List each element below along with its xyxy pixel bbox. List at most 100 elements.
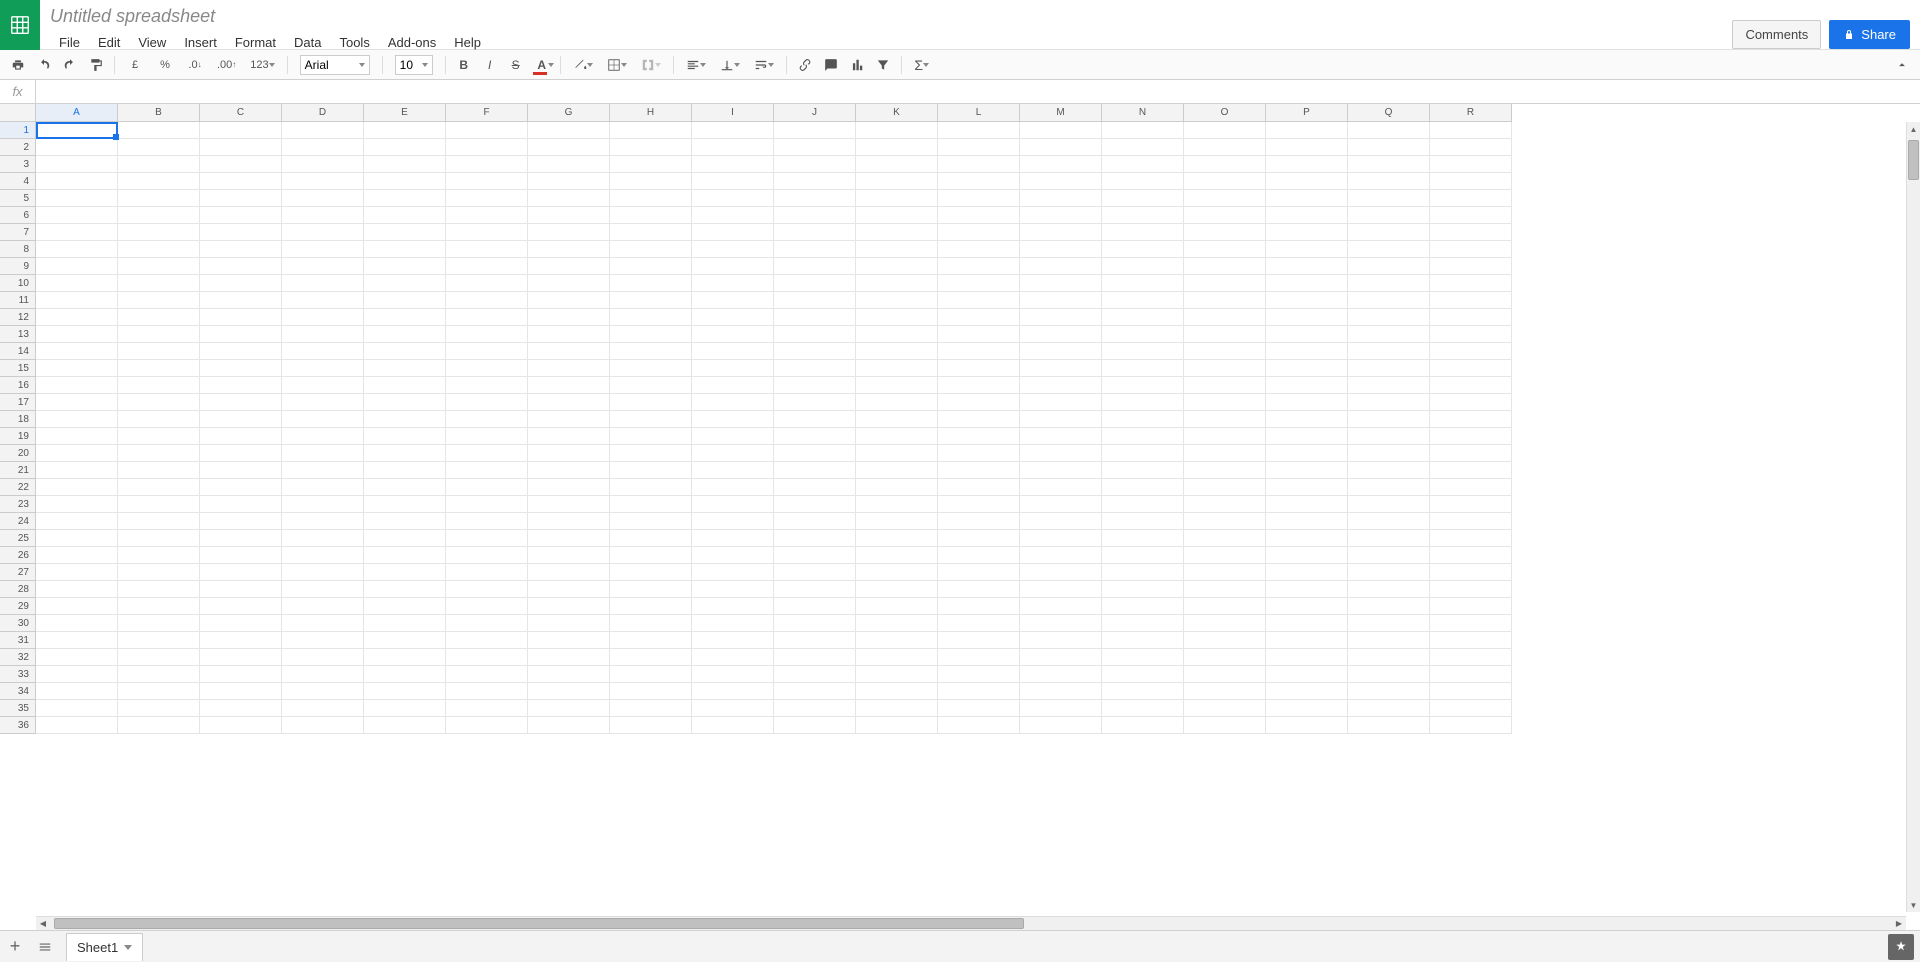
cell[interactable] xyxy=(856,394,938,411)
cell[interactable] xyxy=(528,326,610,343)
cell[interactable] xyxy=(528,411,610,428)
cell[interactable] xyxy=(200,360,282,377)
scroll-down-arrow[interactable]: ▼ xyxy=(1907,898,1920,912)
cell[interactable] xyxy=(528,700,610,717)
row-header[interactable]: 34 xyxy=(0,683,36,700)
cell[interactable] xyxy=(1430,207,1512,224)
cell[interactable] xyxy=(1102,343,1184,360)
h-align-button[interactable] xyxy=(680,53,712,77)
cell[interactable] xyxy=(36,547,118,564)
cell[interactable] xyxy=(446,598,528,615)
cell[interactable] xyxy=(446,377,528,394)
cell[interactable] xyxy=(1020,224,1102,241)
menu-file[interactable]: File xyxy=(50,31,89,54)
column-header[interactable]: N xyxy=(1102,104,1184,122)
column-header[interactable]: B xyxy=(118,104,200,122)
cell[interactable] xyxy=(1266,122,1348,139)
cell[interactable] xyxy=(692,292,774,309)
cell[interactable] xyxy=(1102,649,1184,666)
cell[interactable] xyxy=(118,666,200,683)
cell[interactable] xyxy=(938,683,1020,700)
cell[interactable] xyxy=(774,360,856,377)
cell[interactable] xyxy=(364,326,446,343)
cell[interactable] xyxy=(446,428,528,445)
italic-button[interactable]: I xyxy=(478,53,502,77)
cell[interactable] xyxy=(282,666,364,683)
cell[interactable] xyxy=(118,275,200,292)
cell[interactable] xyxy=(1020,173,1102,190)
cell[interactable] xyxy=(856,258,938,275)
cell[interactable] xyxy=(1184,224,1266,241)
cell[interactable] xyxy=(856,326,938,343)
cell[interactable] xyxy=(856,428,938,445)
cell[interactable] xyxy=(118,462,200,479)
cell[interactable] xyxy=(856,598,938,615)
cell[interactable] xyxy=(364,173,446,190)
cell[interactable] xyxy=(1348,615,1430,632)
cell[interactable] xyxy=(774,139,856,156)
cell[interactable] xyxy=(774,581,856,598)
cell[interactable] xyxy=(1020,258,1102,275)
cell[interactable] xyxy=(364,292,446,309)
cell[interactable] xyxy=(364,309,446,326)
cell[interactable] xyxy=(118,547,200,564)
column-header[interactable]: G xyxy=(528,104,610,122)
cell[interactable] xyxy=(200,258,282,275)
cell[interactable] xyxy=(364,632,446,649)
cell[interactable] xyxy=(364,428,446,445)
cell[interactable] xyxy=(446,700,528,717)
cell[interactable] xyxy=(36,581,118,598)
cell[interactable] xyxy=(200,479,282,496)
cell[interactable] xyxy=(1348,326,1430,343)
cell[interactable] xyxy=(282,649,364,666)
vertical-scroll-thumb[interactable] xyxy=(1908,140,1919,180)
cell[interactable] xyxy=(1020,428,1102,445)
row-header[interactable]: 3 xyxy=(0,156,36,173)
cell[interactable] xyxy=(118,241,200,258)
cell[interactable] xyxy=(36,564,118,581)
cell[interactable] xyxy=(1266,564,1348,581)
cell[interactable] xyxy=(118,530,200,547)
cell[interactable] xyxy=(1348,377,1430,394)
cell[interactable] xyxy=(200,581,282,598)
cell[interactable] xyxy=(200,326,282,343)
cell[interactable] xyxy=(446,411,528,428)
cell[interactable] xyxy=(856,513,938,530)
cell[interactable] xyxy=(1266,394,1348,411)
cell[interactable] xyxy=(1266,258,1348,275)
cell[interactable] xyxy=(1266,156,1348,173)
cell[interactable] xyxy=(1348,411,1430,428)
cell[interactable] xyxy=(1020,530,1102,547)
cell[interactable] xyxy=(446,309,528,326)
cell[interactable] xyxy=(1430,496,1512,513)
row-header[interactable]: 25 xyxy=(0,530,36,547)
cell[interactable] xyxy=(36,394,118,411)
cell[interactable] xyxy=(528,173,610,190)
cell[interactable] xyxy=(1266,581,1348,598)
cell[interactable] xyxy=(446,360,528,377)
cell[interactable] xyxy=(528,122,610,139)
share-button[interactable]: Share xyxy=(1829,20,1910,49)
cell[interactable] xyxy=(774,564,856,581)
cell[interactable] xyxy=(1266,326,1348,343)
cell[interactable] xyxy=(1348,343,1430,360)
cell[interactable] xyxy=(1102,139,1184,156)
cell[interactable] xyxy=(1266,411,1348,428)
cell[interactable] xyxy=(938,224,1020,241)
row-header[interactable]: 18 xyxy=(0,411,36,428)
cell[interactable] xyxy=(36,207,118,224)
cell[interactable] xyxy=(610,258,692,275)
cell[interactable] xyxy=(1348,717,1430,734)
cell[interactable] xyxy=(446,547,528,564)
cell[interactable] xyxy=(1184,343,1266,360)
cell[interactable] xyxy=(282,241,364,258)
row-header[interactable]: 27 xyxy=(0,564,36,581)
cell[interactable] xyxy=(446,326,528,343)
cell[interactable] xyxy=(1430,666,1512,683)
cell[interactable] xyxy=(610,309,692,326)
cell[interactable] xyxy=(1020,632,1102,649)
cell[interactable] xyxy=(1020,309,1102,326)
add-sheet-button[interactable]: + xyxy=(0,932,30,962)
cell[interactable] xyxy=(1266,173,1348,190)
cell[interactable] xyxy=(1020,700,1102,717)
